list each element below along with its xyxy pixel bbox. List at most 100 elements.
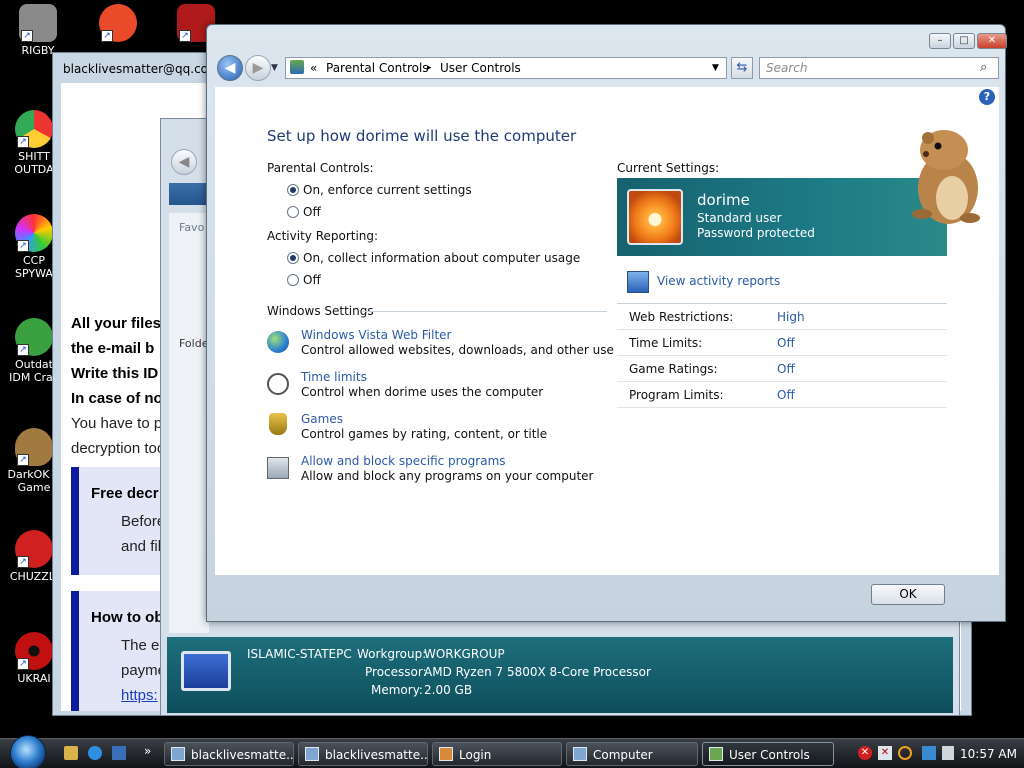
system-info-bar: ISLAMIC-STATEPC Workgroup: WORKGROUP Pro… [167,637,953,713]
view-activity-reports-link[interactable]: View activity reports [657,274,780,288]
ransom-text-line: In case of no [71,390,163,407]
time-limits-link[interactable]: Time limits [301,370,367,384]
forward-button[interactable]: ▶ [245,55,271,81]
taskbar-button-computer[interactable]: Computer [566,742,698,766]
main-content: ? Set up how dorime will use the compute… [215,87,999,575]
search-placeholder: Search [766,61,808,75]
recent-pages-dropdown[interactable]: ▼ [271,63,278,73]
taskbar: » blacklivesmatte... blacklivesmatte... … [0,735,1024,768]
info-box-link[interactable]: https: [121,687,158,704]
workgroup-value: WORKGROUP [424,647,505,661]
minimize-button[interactable]: – [929,33,951,49]
close-button[interactable]: ✕ [977,33,1007,49]
address-dropdown-icon[interactable]: ▼ [712,63,719,73]
parental-controls-off-label[interactable]: Off [303,205,321,219]
info-box-text: The e [121,637,160,654]
network-icon[interactable] [922,746,936,760]
breadcrumb-user-controls[interactable]: User Controls [440,61,521,75]
quicklaunch-overflow-icon[interactable]: » [144,744,151,758]
web-filter-description: Control allowed websites, downloads, and… [301,343,614,357]
processor-value: AMD Ryzen 7 5800X 8-Core Processor [424,665,651,679]
security-alert-icon[interactable]: ✕ [858,746,872,760]
window-icon [305,747,319,761]
activity-reporting-off-label[interactable]: Off [303,273,321,287]
divider [363,311,607,312]
account-type: Standard user [697,211,782,225]
address-bar[interactable]: « Parental Controls ▸ User Controls ▼ [285,57,727,79]
network-error-icon[interactable]: ✕ [878,746,892,760]
breadcrumb-separator[interactable]: ▸ [427,63,432,73]
games-description: Control games by rating, content, or tit… [301,427,548,441]
taskbar-button-label: User Controls [729,748,810,762]
trophy-icon [269,413,287,435]
info-box-heading: Free decr [91,485,159,502]
info-box-text: Before [121,513,166,530]
activity-reporting-off-radio[interactable] [287,274,299,286]
computer-monitor-icon [181,651,231,691]
favorites-label: Favo [179,221,205,234]
activity-reporting-on-radio[interactable] [287,252,299,264]
games-link[interactable]: Games [301,412,343,426]
taskbar-button-label: blacklivesmatte... [325,748,428,762]
user-account-panel: dorime Standard user Password protected [617,178,947,256]
start-button[interactable] [10,735,46,768]
back-button[interactable]: ◀ [217,55,243,81]
stat-value: High [777,310,805,324]
desktop-icon-rigby[interactable]: ↗ RIGBY [8,4,68,57]
taskbar-button-label: Login [459,748,492,762]
time-limits-row: Time Limits: Off [617,330,947,356]
quicklaunch-icon[interactable] [64,746,78,760]
ok-button[interactable]: OK [871,584,945,605]
taskbar-button-label: Computer [593,748,653,762]
stat-key: Time Limits: [629,336,703,350]
hamster-mascot-image [912,130,980,224]
parental-controls-off-radio[interactable] [287,206,299,218]
allow-block-programs-description: Allow and block any programs on your com… [301,469,594,483]
maximize-button[interactable]: □ [953,33,975,49]
show-desktop-icon[interactable] [112,746,126,760]
parental-controls-label: Parental Controls: [267,161,374,175]
window-title: blacklivesmatter@qq.com [63,62,220,76]
ransom-text-line: decryption too [71,440,166,457]
taskbar-button-user-controls[interactable]: User Controls [702,742,834,766]
taskbar-clock[interactable]: 10:57 AM [960,747,1017,761]
user-controls-window[interactable]: – □ ✕ ◀ ▶ ▼ « Parental Controls ▸ User C… [206,24,1007,622]
user-avatar [627,189,683,245]
password-status: Password protected [697,226,815,240]
memory-value: 2.00 GB [424,683,473,697]
breadcrumb-chevrons[interactable]: « [310,61,317,75]
taskbar-button-login[interactable]: Login [432,742,562,766]
chuzzle-icon: ↗ [15,530,53,568]
refresh-icon[interactable]: ⇆ [731,57,753,79]
allow-block-programs-link[interactable]: Allow and block specific programs [301,454,506,468]
programs-icon [267,457,289,479]
quicklaunch-icon[interactable] [88,746,102,760]
workgroup-label: Workgroup: [357,647,427,661]
globe-icon [267,331,289,353]
web-filter-link[interactable]: Windows Vista Web Filter [301,328,451,342]
taskbar-button-email-2[interactable]: blacklivesmatte... [298,742,428,766]
program-limits-row: Program Limits: Off [617,382,947,408]
radiation-icon: ↗ [15,632,53,670]
windows-settings-label: Windows Settings [267,304,374,318]
breadcrumb-parental-controls[interactable]: Parental Controls [326,61,429,75]
back-button[interactable]: ◀ [171,149,197,175]
stat-value: Off [777,336,795,350]
parental-controls-on-radio[interactable] [287,184,299,196]
search-tray-icon[interactable] [898,746,912,760]
activity-reporting-on-label[interactable]: On, collect information about computer u… [303,251,580,265]
help-icon[interactable]: ? [979,89,995,105]
game-ratings-row: Game Ratings: Off [617,356,947,382]
ransom-text-line: All your files [71,315,162,332]
web-restrictions-row: Web Restrictions: High [617,304,947,330]
page-title: Set up how dorime will use the computer [267,127,577,145]
parental-controls-on-label[interactable]: On, enforce current settings [303,183,472,197]
desktop-icon-app[interactable]: ↗ [88,4,148,44]
search-icon[interactable]: ⌕ [980,60,987,75]
stat-value: Off [777,388,795,402]
ransom-text-line: the e-mail b [71,340,155,357]
volume-icon[interactable] [942,746,954,760]
search-input[interactable]: Search ⌕ [759,57,999,79]
chrome-icon: ↗ [15,110,53,148]
taskbar-button-email-1[interactable]: blacklivesmatte... [164,742,294,766]
